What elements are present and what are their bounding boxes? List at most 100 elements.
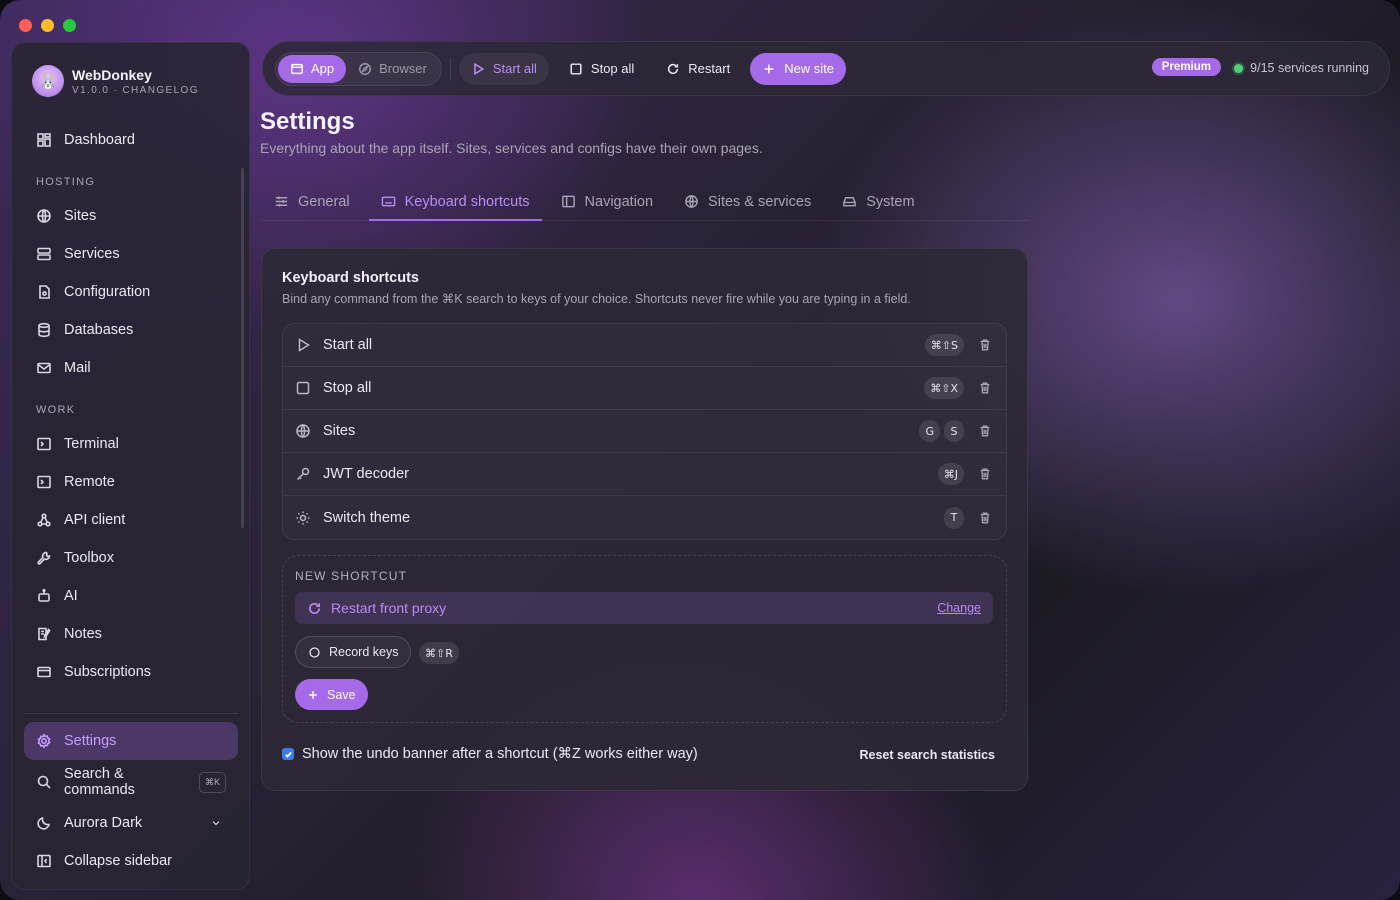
tab-label: Sites & services xyxy=(708,193,812,210)
shortcut-keys: G S xyxy=(919,420,964,442)
shortcut-label: Start all xyxy=(323,337,373,353)
app-version[interactable]: V1.0.0 · CHANGELOG xyxy=(72,85,199,96)
save-shortcut-button[interactable]: Save xyxy=(295,679,368,710)
sidebar-item-settings[interactable]: Settings xyxy=(24,722,238,760)
collapse-sidebar-button[interactable]: Collapse sidebar xyxy=(24,842,238,880)
tab-sites-services[interactable]: Sites & services xyxy=(672,184,823,219)
shortcut-row-start-all[interactable]: Start all ⌘⇧S xyxy=(283,324,1006,367)
mode-browser-button[interactable]: Browser xyxy=(346,55,439,83)
close-window-button[interactable] xyxy=(19,19,32,32)
plus-icon xyxy=(309,690,317,699)
sidebar-item-label: Remote xyxy=(64,474,115,490)
tab-keyboard-shortcuts[interactable]: Keyboard shortcuts xyxy=(368,184,542,221)
sidebar-item-label: AI xyxy=(64,588,78,604)
top-toolbar: App Browser Start all Stop all Restart N… xyxy=(262,41,1390,96)
sidebar-nav: Dashboard HOSTING Sites Services Configu… xyxy=(24,121,238,691)
trash-icon[interactable] xyxy=(978,467,992,481)
sidebar-item-sites[interactable]: Sites xyxy=(24,197,238,235)
sidebar-scrollbar[interactable] xyxy=(241,168,244,528)
shortcut-keys: ⌘⇧S xyxy=(924,334,964,356)
restart-icon xyxy=(309,602,320,614)
tab-system[interactable]: System xyxy=(830,184,926,219)
shortcut-keys: T xyxy=(944,506,964,529)
sidebar-item-terminal[interactable]: Terminal xyxy=(24,425,238,463)
shortcut-row-switch-theme[interactable]: Switch theme T xyxy=(283,496,1006,539)
search-commands-label: Search & commands xyxy=(64,766,135,798)
mail-icon xyxy=(37,362,51,374)
shortcut-row-stop-all[interactable]: Stop all ⌘⇧X xyxy=(283,367,1006,410)
window-icon xyxy=(291,63,303,74)
sidebar-item-notes[interactable]: Notes xyxy=(24,615,238,653)
sliders-icon xyxy=(275,196,288,207)
trash-icon[interactable] xyxy=(978,381,992,395)
services-status[interactable]: 9/15 services running xyxy=(1234,61,1369,75)
shortcut-keys: ⌘⇧X xyxy=(924,377,964,399)
status-dot-icon xyxy=(1234,63,1244,73)
trash-icon[interactable] xyxy=(978,424,992,438)
record-keys-label: Record keys xyxy=(329,645,399,659)
chevron-down-icon xyxy=(212,821,220,826)
compass-icon xyxy=(359,62,372,75)
change-command-link[interactable]: Change xyxy=(937,601,981,615)
key-chip: G xyxy=(919,420,940,442)
sidebar-item-label: Services xyxy=(64,246,120,262)
undo-banner-checkbox[interactable] xyxy=(282,748,294,760)
tab-navigation[interactable]: Navigation xyxy=(549,184,666,219)
mode-app-button[interactable]: App xyxy=(278,54,347,83)
tab-label: General xyxy=(298,193,350,210)
sidebar-item-api-client[interactable]: API client xyxy=(24,501,238,539)
dashboard-icon xyxy=(37,133,51,147)
reset-search-statistics-button[interactable]: Reset search statistics xyxy=(860,748,996,762)
premium-badge[interactable]: Premium xyxy=(1151,58,1221,76)
shortcut-label: Switch theme xyxy=(323,509,411,526)
key-chip: ⌘⇧X xyxy=(924,377,964,399)
trash-icon[interactable] xyxy=(978,511,992,525)
sidebar-item-dashboard[interactable]: Dashboard xyxy=(24,121,238,159)
sidebar-bottom-nav: Settings Search & commands ⌘K Aurora Dar… xyxy=(24,722,238,880)
sidebar-item-configuration[interactable]: Configuration xyxy=(24,273,238,311)
sidebar-item-mail[interactable]: Mail xyxy=(24,349,238,387)
sidebar-item-ai[interactable]: AI xyxy=(24,577,238,615)
undo-banner-option[interactable]: Show the undo banner after a shortcut (⌘… xyxy=(282,746,698,762)
key-chip: S xyxy=(944,420,964,442)
play-icon xyxy=(298,338,310,352)
notes-icon xyxy=(38,627,51,641)
shortcut-row-sites[interactable]: Sites G S xyxy=(283,410,1006,453)
new-shortcut-panel: NEW SHORTCUT Restart front proxy Change … xyxy=(282,555,1007,723)
sidebar-item-label: Subscriptions xyxy=(64,664,152,680)
restart-icon xyxy=(668,63,679,74)
drive-icon xyxy=(843,197,857,207)
zoom-window-button[interactable] xyxy=(63,19,76,32)
globe-icon xyxy=(296,424,310,438)
start-all-label: Start all xyxy=(492,61,537,76)
sidebar-item-remote[interactable]: Remote xyxy=(24,463,238,501)
search-commands-button[interactable]: Search & commands ⌘K xyxy=(24,763,238,801)
theme-selector[interactable]: Aurora Dark xyxy=(24,804,238,842)
collapse-sidebar-label: Collapse sidebar xyxy=(64,853,173,869)
restart-button[interactable]: Restart xyxy=(654,53,742,85)
minimize-window-button[interactable] xyxy=(41,19,54,32)
key-chip: ⌘J xyxy=(937,463,964,485)
record-keys-button[interactable]: Record keys xyxy=(295,636,412,668)
sidebar-item-label: Notes xyxy=(64,626,102,642)
selected-command[interactable]: Restart front proxy Change xyxy=(295,592,993,624)
sidebar-item-services[interactable]: Services xyxy=(24,235,238,273)
sun-icon xyxy=(296,511,310,524)
stop-all-button[interactable]: Stop all xyxy=(557,53,646,85)
app-name: WebDonkey xyxy=(72,66,152,83)
tab-general[interactable]: General xyxy=(262,184,362,219)
sidebar-item-label: Dashboard xyxy=(64,132,135,148)
stop-icon xyxy=(570,62,582,75)
sidebar-item-subscriptions[interactable]: Subscriptions xyxy=(24,653,238,691)
start-all-button[interactable]: Start all xyxy=(458,52,549,85)
brand[interactable]: 🐰 WebDonkey V1.0.0 · CHANGELOG xyxy=(32,65,199,97)
sidebar-item-toolbox[interactable]: Toolbox xyxy=(24,539,238,577)
new-site-label: New site xyxy=(784,61,835,76)
trash-icon[interactable] xyxy=(978,338,992,352)
sidebar-item-label: API client xyxy=(64,512,126,528)
shortcut-row-jwt-decoder[interactable]: JWT decoder ⌘J xyxy=(283,453,1006,496)
record-icon xyxy=(309,646,320,658)
new-site-button[interactable]: New site xyxy=(750,52,847,85)
moon-icon xyxy=(37,816,51,830)
sidebar-item-databases[interactable]: Databases xyxy=(24,311,238,349)
